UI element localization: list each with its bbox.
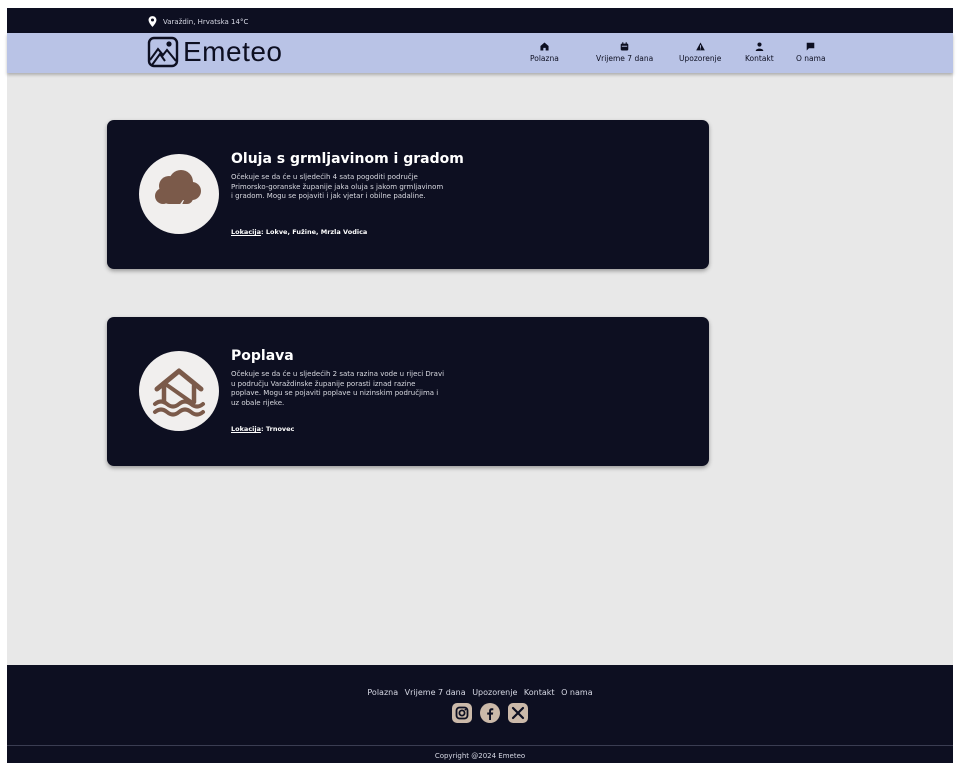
alert-description: Očekuje se da će u sljedećih 2 sata razi… (231, 370, 445, 407)
alert-card: Oluja s grmljavinom i gradom Očekuje se … (107, 120, 709, 269)
alert-title: Poplava (231, 348, 294, 364)
footer-link-upozorenje[interactable]: Upozorenje (472, 688, 517, 697)
alert-location-value: Trnovec (265, 425, 295, 433)
location-weather: Varaždin, Hrvatska 14°C (148, 16, 248, 27)
copyright: Copyright @2024 Emeteo (434, 752, 526, 760)
nav-item-o-nama[interactable]: O nama (796, 42, 826, 63)
nav-label: Polazna (530, 54, 559, 63)
top-info-bar: Varaždin, Hrvatska 14°C (7, 8, 953, 33)
footer-divider (7, 745, 953, 746)
home-icon (540, 42, 549, 51)
navbar: Emeteo Polazna Vrijeme 7 dana Upozorenje… (7, 33, 953, 73)
nav-label: O nama (796, 54, 826, 63)
chat-icon (806, 42, 815, 51)
nav-label: Vrijeme 7 dana (596, 54, 654, 63)
alert-location: Lokacija: Trnovec (231, 425, 294, 433)
footer-link-o-nama[interactable]: O nama (561, 688, 593, 697)
nav-item-vrijeme[interactable]: Vrijeme 7 dana (596, 42, 653, 63)
alert-icon-circle (139, 351, 219, 431)
location-text: Varaždin, Hrvatska 14°C (163, 17, 249, 26)
person-icon (755, 42, 764, 51)
alert-location-label: Lokacija (231, 228, 262, 236)
footer-link-kontakt[interactable]: Kontakt (524, 688, 555, 697)
nav-item-polazna[interactable]: Polazna (530, 42, 559, 63)
footer-links: Polazna Vrijeme 7 dana Upozorenje Kontak… (7, 688, 953, 697)
alert-description: Očekuje se da će u sljedećih 4 sata pogo… (231, 173, 444, 200)
nav-item-kontakt[interactable]: Kontakt (745, 42, 774, 63)
x-icon (511, 706, 525, 720)
alert-location-value: Lokve, Fužine, Mrzla Vodica (265, 228, 368, 236)
calendar-icon (620, 42, 629, 51)
page: Varaždin, Hrvatska 14°C Emeteo Polazna V… (7, 8, 953, 763)
instagram-button[interactable] (452, 703, 472, 723)
alert-card: Poplava Očekuje se da će u sljedećih 2 s… (107, 317, 709, 466)
facebook-button[interactable] (480, 703, 500, 723)
footer-link-vrijeme[interactable]: Vrijeme 7 dana (405, 688, 466, 697)
facebook-icon (487, 708, 494, 720)
x-button[interactable] (508, 703, 528, 723)
footer-link-polazna[interactable]: Polazna (367, 688, 398, 697)
footer: Polazna Vrijeme 7 dana Upozorenje Kontak… (7, 665, 953, 763)
nav-item-upozorenje[interactable]: Upozorenje (679, 42, 721, 63)
instagram-icon (455, 706, 469, 720)
main-nav: Polazna Vrijeme 7 dana Upozorenje Kontak… (7, 42, 953, 72)
social-links (452, 703, 528, 723)
flood-house-icon (153, 368, 205, 417)
alert-icon-circle (139, 154, 219, 234)
alert-location-label: Lokacija (231, 425, 262, 433)
alert-title: Oluja s grmljavinom i gradom (231, 151, 464, 167)
nav-label: Kontakt (745, 54, 774, 63)
storm-cloud-icon (155, 170, 201, 218)
nav-label: Upozorenje (679, 54, 722, 63)
alert-location: Lokacija: Lokve, Fužine, Mrzla Vodica (231, 228, 367, 236)
warning-icon (695, 42, 705, 51)
location-pin-icon (148, 16, 157, 27)
